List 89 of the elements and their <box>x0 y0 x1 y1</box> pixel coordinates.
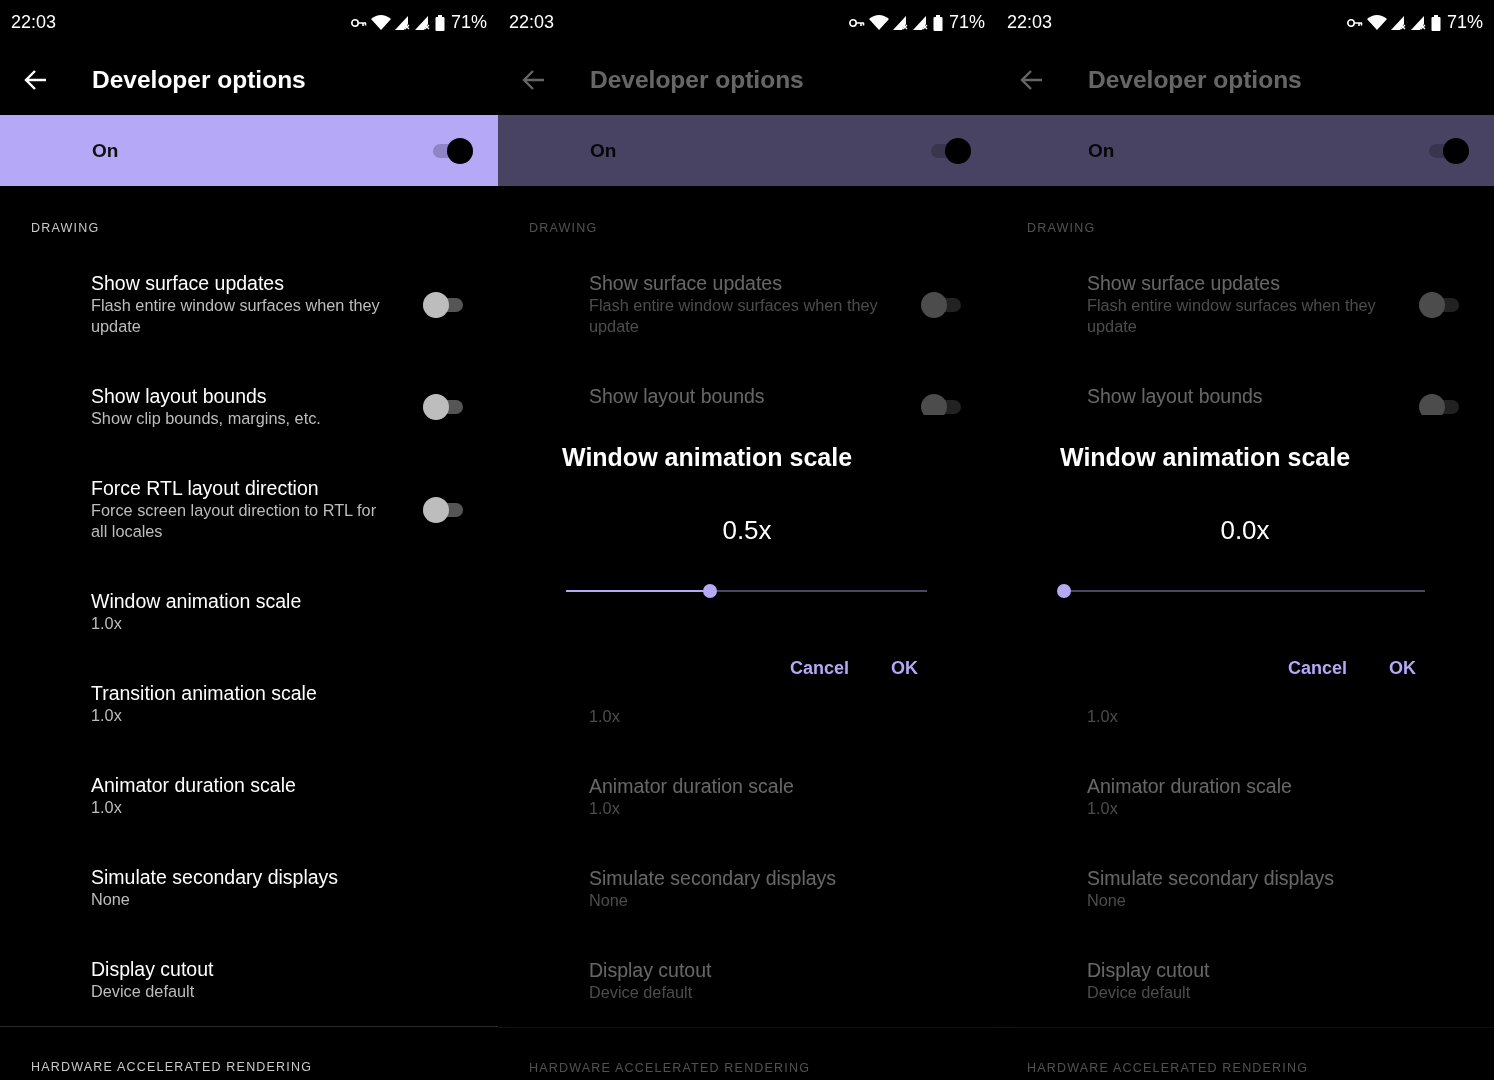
battery-icon <box>434 14 445 31</box>
setting-title: Show surface updates <box>589 271 782 295</box>
setting-summary: 1.0x <box>91 705 123 726</box>
key-icon <box>848 17 865 28</box>
dialog-title: Window animation scale <box>1060 442 1351 472</box>
setting-title: Display cutout <box>589 958 712 982</box>
key-icon <box>350 17 367 28</box>
setting-title: Show layout bounds <box>91 384 267 408</box>
toggle-switch[interactable] <box>1419 291 1459 318</box>
signal-icon <box>394 15 411 30</box>
dialog-button[interactable]: Cancel <box>780 650 860 686</box>
switch-label: On <box>92 139 119 162</box>
toggle-switch[interactable] <box>931 137 971 164</box>
wifi-icon <box>1366 15 1387 30</box>
setting-summary: Device default <box>589 982 694 1003</box>
slider-thumb[interactable] <box>1057 584 1071 598</box>
battery-icon <box>1430 14 1441 31</box>
switch-label: On <box>1088 139 1115 162</box>
setting-summary: None <box>589 890 629 911</box>
toggle-switch[interactable] <box>423 496 463 523</box>
master-switch-bar[interactable]: On <box>0 115 498 186</box>
section-header: DRAWING <box>30 220 101 237</box>
status-time: 22:03 <box>1007 12 1054 33</box>
switch-label: On <box>590 139 617 162</box>
status-time: 22:03 <box>509 12 556 33</box>
screen-title: Developer options <box>92 66 306 94</box>
battery-level: 71% <box>450 12 487 33</box>
toggle-switch[interactable] <box>433 137 473 164</box>
signal-icon <box>1390 15 1407 30</box>
scale-value: 0.0x <box>1220 514 1270 547</box>
setting-summary: Flash entire window surfaces when they update <box>589 295 879 337</box>
setting-title: Show surface updates <box>91 271 284 295</box>
setting-summary: Flash entire window surfaces when they update <box>1087 295 1377 337</box>
dialog-button[interactable]: OK <box>881 650 929 686</box>
setting-title: Show surface updates <box>1087 271 1280 295</box>
setting-title: Display cutout <box>91 957 214 981</box>
battery-level: 71% <box>948 12 985 33</box>
slider-thumb[interactable] <box>703 584 718 598</box>
setting-title: Show layout bounds <box>589 384 765 408</box>
dialog-title: Window animation scale <box>562 442 853 472</box>
scale-value: 0.5x <box>722 514 772 547</box>
section-header: HARDWARE ACCELERATED RENDERING <box>996 1027 1494 1080</box>
setting-title: Simulate secondary displays <box>91 865 339 889</box>
setting-summary: 1.0x <box>91 613 123 634</box>
setting-title: Transition animation scale <box>91 681 317 705</box>
signal-icon <box>892 15 909 30</box>
signal-icon <box>414 15 431 30</box>
dialog-button[interactable]: Cancel <box>1278 650 1358 686</box>
setting-title: Simulate secondary displays <box>1087 866 1335 890</box>
key-icon <box>1346 17 1363 28</box>
setting-title: Animator duration scale <box>1087 774 1292 798</box>
signal-icon <box>1410 15 1427 30</box>
toggle-switch[interactable] <box>423 394 463 420</box>
dialog-button[interactable]: OK <box>1379 650 1427 686</box>
wifi-icon <box>370 15 391 30</box>
signal-icon <box>912 15 929 30</box>
setting-title: Animator duration scale <box>589 774 794 798</box>
setting-summary: 1.0x <box>1087 798 1119 819</box>
setting-summary: None <box>1087 890 1127 911</box>
battery-icon <box>932 14 943 31</box>
toggle-switch[interactable] <box>921 291 961 318</box>
toggle-switch[interactable] <box>1429 137 1469 164</box>
section-header: HARDWARE ACCELERATED RENDERING <box>0 1026 498 1080</box>
setting-summary: 1.0x <box>589 798 621 819</box>
toggle-switch[interactable] <box>423 291 463 318</box>
screen-title: Developer options <box>590 66 804 94</box>
setting-summary: 1.0x <box>589 706 621 727</box>
status-time: 22:03 <box>11 12 58 33</box>
setting-title: Simulate secondary displays <box>589 866 837 890</box>
setting-title: Window animation scale <box>91 589 302 613</box>
section-header: DRAWING <box>1026 220 1097 237</box>
setting-title: Display cutout <box>1087 958 1210 982</box>
setting-summary: Show clip bounds, margins, etc. <box>91 408 322 429</box>
setting-summary: Device default <box>1087 982 1192 1003</box>
setting-summary: Force screen layout direction to RTL for all locales <box>91 500 378 542</box>
setting-title: Show layout bounds <box>1087 384 1263 408</box>
section-header: HARDWARE ACCELERATED RENDERING <box>498 1027 996 1080</box>
setting-summary: 1.0x <box>91 797 123 818</box>
setting-title: Force RTL layout direction <box>91 476 319 500</box>
battery-level: 71% <box>1446 12 1483 33</box>
setting-summary: 1.0x <box>1087 706 1119 727</box>
setting-title: Animator duration scale <box>91 773 296 797</box>
back-icon[interactable] <box>24 70 47 90</box>
setting-summary: Device default <box>91 981 196 1002</box>
setting-summary: Flash entire window surfaces when they update <box>91 295 381 337</box>
screen-title: Developer options <box>1088 66 1302 94</box>
wifi-icon <box>868 15 889 30</box>
setting-summary: None <box>91 889 131 910</box>
section-header: DRAWING <box>528 220 599 237</box>
